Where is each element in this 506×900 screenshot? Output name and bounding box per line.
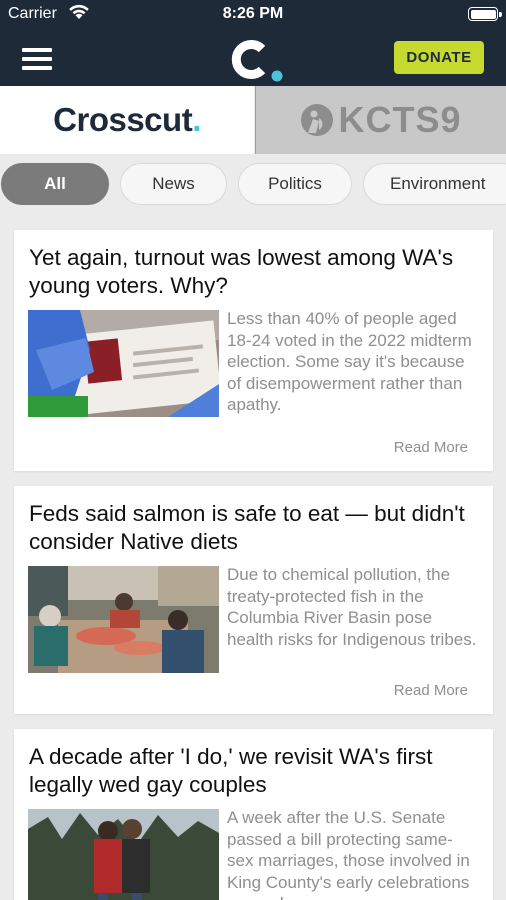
kcts-wordmark: KCTS9 [338,99,462,140]
article-body: A week after the U.S. Senate passed a bi… [27,807,477,900]
status-bar: Carrier 8:26 PM [0,0,506,32]
read-more-link[interactable]: Read More [394,439,468,456]
article-image-ballots[interactable] [28,310,219,417]
crosscut-wordmark-dot: . [192,101,201,138]
tab-crosscut[interactable]: Crosscut. [0,86,254,154]
read-more-link[interactable]: Read More [394,682,468,699]
chip-all[interactable]: All [1,163,109,205]
chip-news[interactable]: News [120,163,227,205]
article-card[interactable]: A decade after 'I do,' we revisit WA's f… [14,729,493,900]
article-image-couple[interactable] [28,809,219,900]
article-summary: A week after the U.S. Senate passed a bi… [227,808,470,900]
article-title[interactable]: Yet again, turnout was lowest among WA's… [29,244,479,300]
crosscut-wordmark: Crosscut [53,101,193,138]
article-summary: Due to chemical pollution, the treaty-pr… [227,565,477,649]
tab-kcts9[interactable]: KCTS9 [255,86,506,154]
clock: 8:26 PM [222,5,284,22]
article-body: Less than 40% of people aged 18-24 voted… [27,308,477,421]
category-filter: All News Politics Environment [0,163,506,207]
hamburger-menu-icon[interactable] [22,47,52,71]
crosscut-logo[interactable] [224,34,288,84]
article-image-salmon[interactable] [28,566,219,673]
app-header: DONATE [0,32,506,86]
article-body: Due to chemical pollution, the treaty-pr… [27,564,477,677]
donate-button[interactable]: DONATE [394,41,484,74]
article-card[interactable]: Feds said salmon is safe to eat — but di… [14,486,493,714]
article-summary: Less than 40% of people aged 18-24 voted… [227,309,472,414]
article-title[interactable]: A decade after 'I do,' we revisit WA's f… [29,743,479,799]
article-card[interactable]: Yet again, turnout was lowest among WA's… [14,230,493,471]
article-title[interactable]: Feds said salmon is safe to eat — but di… [29,500,479,556]
battery-tip [499,12,502,17]
chip-environment[interactable]: Environment [363,163,506,205]
brand-tabs: Crosscut. KCTS9 [0,86,506,154]
pbs-icon [301,104,334,136]
battery-icon [468,7,498,21]
chip-politics[interactable]: Politics [238,163,352,205]
